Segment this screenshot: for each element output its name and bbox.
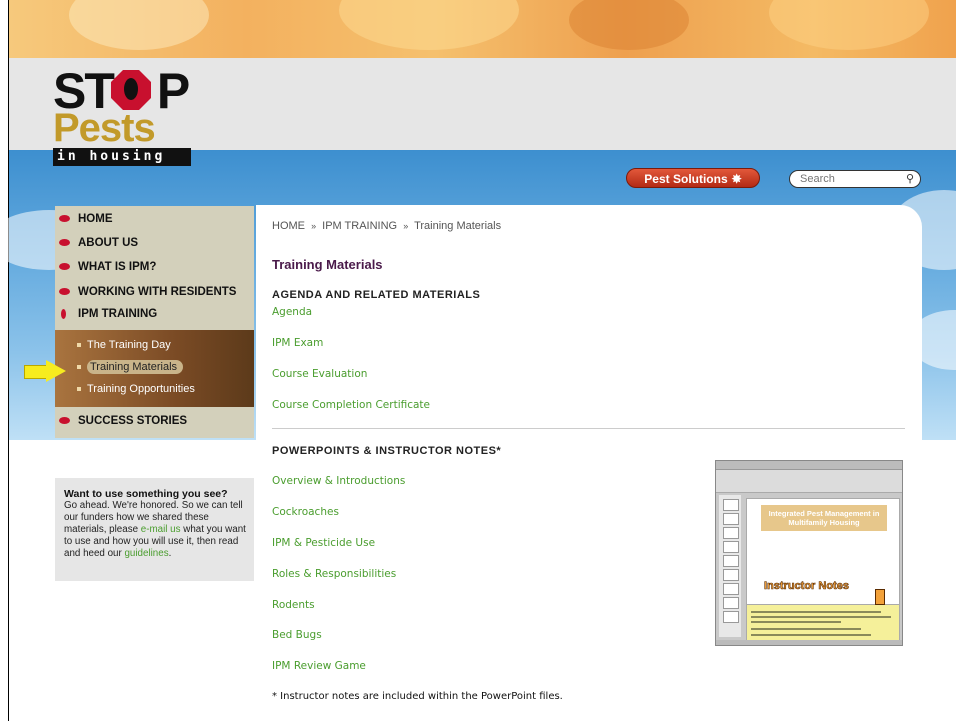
roles-responsibilities-link[interactable]: Roles & Responsibilities (272, 568, 396, 580)
bug-icon: ✸ (731, 172, 742, 186)
breadcrumb: HOME » IPM TRAINING » Training Materials (272, 220, 501, 232)
sidebar-item-label: WHAT IS IPM? (78, 261, 157, 273)
section-divider (272, 428, 905, 429)
cockroaches-link[interactable]: Cockroaches (272, 506, 339, 518)
rodents-link[interactable]: Rodents (272, 599, 315, 611)
breadcrumb-separator: » (311, 221, 317, 231)
ipm-review-game-link[interactable]: IPM Review Game (272, 660, 366, 672)
bug-bullet-icon (59, 239, 70, 246)
slide-title: Integrated Pest Management in Multifamil… (761, 505, 887, 531)
breadcrumb-separator: » (403, 221, 409, 231)
subnav-item-label: Training Materials (87, 360, 184, 374)
sidebar-item-label: HOME (78, 213, 113, 225)
sidebar-item-what-is-ipm[interactable]: WHAT IS IPM? (55, 257, 156, 277)
bug-bullet-icon (59, 263, 70, 270)
breadcrumb-home[interactable]: HOME (272, 220, 305, 232)
overview-introductions-link[interactable]: Overview & Introductions (272, 475, 405, 487)
powerpoint-screenshot-image: Integrated Pest Management in Multifamil… (715, 460, 903, 646)
pest-solutions-button[interactable]: Pest Solutions ✸ (626, 168, 760, 188)
bed-bugs-link[interactable]: Bed Bugs (272, 629, 322, 641)
subnav-item-label: Training Opportunities (87, 383, 195, 395)
bullet-icon (77, 387, 81, 392)
email-us-link[interactable]: e-mail us (141, 524, 181, 535)
window-statusbar (716, 640, 902, 645)
bug-bullet-icon (59, 288, 70, 295)
search-box[interactable]: ⚲ (789, 170, 921, 188)
ipm-exam-link[interactable]: IPM Exam (272, 337, 323, 349)
sidebar-item-working-with-residents[interactable]: WORKING WITH RESIDENTS (55, 282, 236, 302)
instructor-notes-callout: Instructor Notes (764, 580, 850, 593)
search-input[interactable] (800, 171, 898, 187)
course-evaluation-link[interactable]: Course Evaluation (272, 368, 367, 380)
guidelines-link[interactable]: guidelines (124, 548, 168, 559)
bullet-icon (77, 365, 81, 370)
pest-solutions-label: Pest Solutions (644, 172, 728, 186)
instructor-notes-footnote: * Instructor notes are included within t… (272, 691, 563, 702)
promo-text: . (168, 548, 172, 559)
sidebar-item-home[interactable]: HOME (55, 209, 113, 229)
promo-heading: Want to use something you see? (64, 488, 228, 500)
sidebar-item-label: IPM TRAINING (78, 308, 158, 320)
course-completion-certificate-link[interactable]: Course Completion Certificate (272, 399, 430, 411)
sidebar-item-label: WORKING WITH RESIDENTS (78, 286, 237, 298)
bullet-icon (77, 343, 81, 348)
subnav-item-label: The Training Day (87, 339, 171, 351)
usage-promo-box: Want to use something you see? Go ahead.… (55, 478, 254, 581)
subnav-item-training-materials[interactable]: Training Materials (77, 358, 184, 376)
page-title: Training Materials (272, 257, 383, 272)
subnav-item-training-opportunities[interactable]: Training Opportunities (77, 380, 195, 398)
bug-bullet-icon (61, 309, 66, 319)
slide-thumbnails (719, 495, 741, 637)
search-icon[interactable]: ⚲ (906, 171, 914, 187)
sidebar-item-about-us[interactable]: ABOUT US (55, 233, 138, 253)
notes-pane (746, 604, 900, 642)
sidebar-item-label: SUCCESS STORIES (78, 415, 188, 427)
site-logo[interactable]: ST P Pests in housing (53, 66, 193, 168)
logo-housing-text: in housing (53, 148, 191, 166)
subnav-item-the-training-day[interactable]: The Training Day (77, 336, 171, 354)
window-toolbar (716, 470, 902, 493)
page: STP Pests in housing Pest Solutions✸ ⚲ H… (0, 0, 956, 721)
bug-bullet-icon (59, 215, 70, 222)
bug-bullet-icon (59, 417, 70, 424)
sidebar-item-label: ABOUT US (78, 237, 139, 249)
agenda-link[interactable]: Agenda (272, 306, 312, 318)
sidebar-item-ipm-training[interactable]: IPM TRAINING (55, 304, 157, 324)
window-titlebar (716, 461, 902, 470)
breadcrumb-current: Training Materials (414, 220, 502, 232)
down-arrow-icon (875, 589, 885, 605)
top-banner-image (9, 0, 956, 58)
yellow-arrow-icon (24, 360, 66, 382)
logo-pests-text: Pests (53, 106, 156, 150)
sidebar-item-success-stories[interactable]: SUCCESS STORIES (55, 411, 187, 431)
ipm-pesticide-use-link[interactable]: IPM & Pesticide Use (272, 537, 375, 549)
section-heading-powerpoints: POWERPOINTS & INSTRUCTOR NOTES* (272, 445, 502, 457)
breadcrumb-ipm-training[interactable]: IPM TRAINING (322, 220, 397, 232)
sidebar-subnav: The Training Day Training Materials Trai… (55, 330, 254, 407)
section-heading-agenda: AGENDA AND RELATED MATERIALS (272, 289, 481, 301)
